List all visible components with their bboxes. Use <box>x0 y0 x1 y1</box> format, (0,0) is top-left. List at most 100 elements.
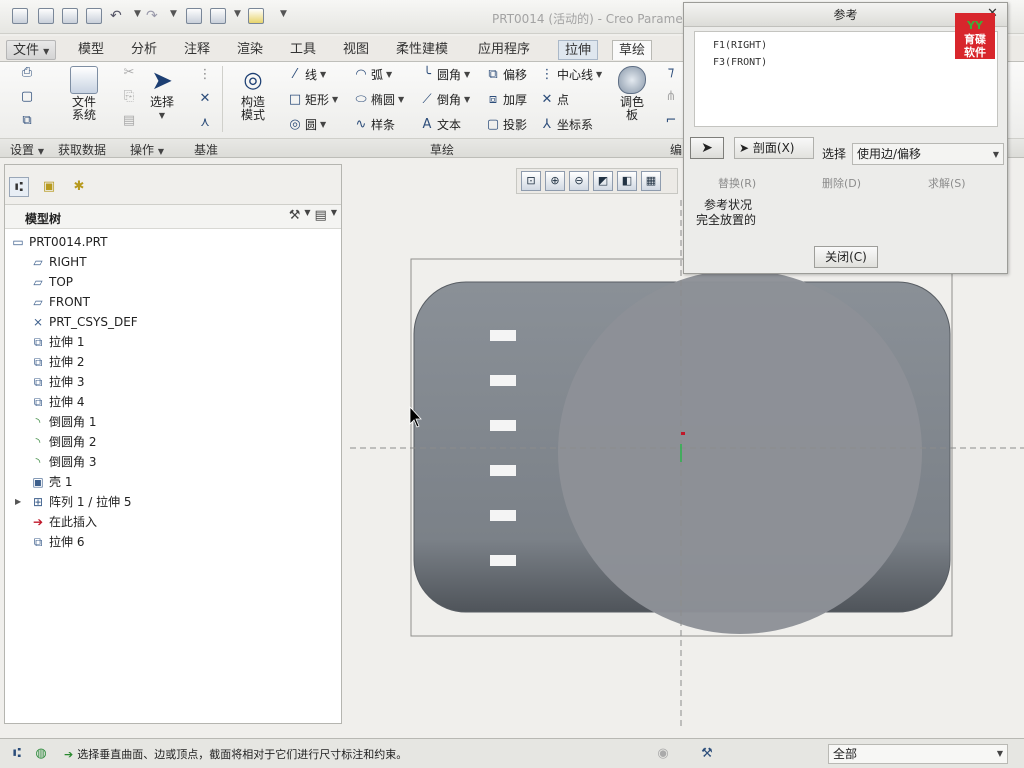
folder-browser-tab-icon[interactable]: ▣ <box>39 177 59 197</box>
saved-views-icon[interactable]: ▦ <box>641 171 661 191</box>
tree-item-part[interactable]: ▭ PRT0014.PRT <box>11 233 107 251</box>
tree-settings-icon[interactable]: ⚒ <box>289 208 301 223</box>
tree-item-top[interactable]: ▱ TOP <box>31 273 73 291</box>
edit-trim-button[interactable]: ⌐ <box>664 114 678 128</box>
circle-button[interactable]: ◎ 圆 ▼ <box>288 116 326 133</box>
tab-extrude[interactable]: 拉伸 <box>558 40 599 60</box>
select-button[interactable]: ➤ 选择 ▼ <box>144 66 180 122</box>
model-tree-tab-icon[interactable]: ⑆ <box>9 177 29 197</box>
redo-icon[interactable]: ↷ <box>146 8 162 24</box>
arc-button[interactable]: ◠ 弧 ▼ <box>354 66 392 83</box>
zoom-out-icon[interactable]: ⊖ <box>569 171 589 191</box>
sketch-view-button[interactable]: ⧉ <box>20 114 34 128</box>
window-icon[interactable] <box>210 8 226 24</box>
group-operations[interactable]: 操作 ▼ <box>130 141 164 158</box>
graphics-canvas[interactable] <box>350 200 1024 730</box>
tab-flexible-modeling[interactable]: 柔性建模 <box>390 40 454 60</box>
thicken-button[interactable]: ⧈ 加厚 <box>486 91 527 108</box>
edit-mirror-button[interactable]: ⋔ <box>664 90 678 104</box>
fillet-button[interactable]: ╰ 圆角 ▼ <box>420 66 470 83</box>
cross-section-button[interactable]: ➤ 剖面(X) <box>734 137 814 159</box>
tree-item-shell-1[interactable]: ▣ 壳 1 <box>31 473 72 491</box>
new-file-icon[interactable] <box>38 8 54 24</box>
tab-analysis[interactable]: 分析 <box>125 40 163 60</box>
tree-item-extrude-1[interactable]: ⧉ 拉伸 1 <box>31 333 85 351</box>
project-button[interactable]: ▢ 投影 <box>486 116 527 133</box>
tree-item-round-1[interactable]: ◝ 倒圆角 1 <box>31 413 97 431</box>
tree-item-round-2[interactable]: ◝ 倒圆角 2 <box>31 433 97 451</box>
tree-item-extrude-2[interactable]: ⧉ 拉伸 2 <box>31 353 85 371</box>
undo-dropdown-icon[interactable]: ▼ <box>134 9 141 19</box>
tree-item-insert-here[interactable]: ➔ 在此插入 <box>31 513 97 531</box>
open-file-icon[interactable] <box>62 8 78 24</box>
offset-button[interactable]: ⧉ 偏移 <box>486 66 527 83</box>
favorites-tab-icon[interactable]: ✱ <box>69 177 89 197</box>
centerline-button[interactable]: ⋮ 中心线 ▼ <box>540 66 603 83</box>
spline-button[interactable]: ∿ 样条 <box>354 116 395 133</box>
tab-file[interactable]: 文件 ▼ <box>6 40 57 60</box>
chamfer-button[interactable]: ⟋ 倒角 ▼ <box>420 91 470 108</box>
tab-applications[interactable]: 应用程序 <box>472 40 536 60</box>
tree-item-pattern-1[interactable]: ⊞ 阵列 1 / 拉伸 5 <box>31 493 132 511</box>
group-setup[interactable]: 设置 ▼ <box>10 141 44 158</box>
replace-button[interactable]: 替换(R) <box>718 175 756 191</box>
tree-columns-icon[interactable]: ▤ <box>315 208 327 223</box>
chevron-down-icon[interactable]: ▼ <box>304 208 310 223</box>
reference-item[interactable]: F3(FRONT) <box>713 57 767 68</box>
tree-item-extrude-6[interactable]: ⧉ 拉伸 6 <box>31 533 85 551</box>
tree-item-csys[interactable]: ⨯ PRT_CSYS_DEF <box>31 313 138 331</box>
coord-sys-button[interactable]: ⅄ 坐标系 <box>540 116 593 133</box>
undo-icon[interactable]: ↶ <box>110 8 126 24</box>
display-style-icon[interactable]: ◧ <box>617 171 637 191</box>
paste-button[interactable]: ▤ <box>122 114 136 128</box>
group-editing[interactable]: 编 <box>670 141 682 158</box>
close-window-icon[interactable] <box>248 8 264 24</box>
tree-item-front[interactable]: ▱ FRONT <box>31 293 90 311</box>
delete-button[interactable]: ✕ <box>198 92 212 106</box>
navigator-toggle-icon[interactable]: ⑆ <box>8 745 26 763</box>
tree-item-right[interactable]: ▱ RIGHT <box>31 253 86 271</box>
dots-button[interactable]: ⋮ <box>198 68 212 82</box>
tree-item-round-3[interactable]: ◝ 倒圆角 3 <box>31 453 97 471</box>
text-button[interactable]: A 文本 <box>420 116 461 133</box>
tab-render[interactable]: 渲染 <box>231 40 269 60</box>
delete-button[interactable]: 删除(D) <box>822 175 861 191</box>
ellipse-button[interactable]: ⬭ 椭圆 ▼ <box>354 91 404 108</box>
regenerate-icon[interactable] <box>186 8 202 24</box>
select-mode-dropdown[interactable]: 使用边/偏移 ▼ <box>852 143 1004 165</box>
tab-sketch[interactable]: 草绘 <box>612 40 653 60</box>
point-button[interactable]: ✕ 点 <box>540 91 569 108</box>
smart-filter-icon[interactable]: ⚒ <box>698 745 716 763</box>
selection-filter-dropdown[interactable]: 全部 ▼ <box>828 744 1008 764</box>
rectangle-button[interactable]: □ 矩形 ▼ <box>288 91 338 108</box>
expand-arrow-icon[interactable]: ▶ <box>15 497 21 506</box>
reference-list[interactable]: F1(RIGHT) F3(FRONT) <box>694 31 998 127</box>
chevron-down-icon[interactable]: ▼ <box>331 208 337 223</box>
group-sketching[interactable]: 草绘 <box>430 141 454 158</box>
copy-button[interactable]: ⎘ <box>122 90 136 104</box>
solve-button[interactable]: 求解(S) <box>928 175 966 191</box>
tree-item-extrude-4[interactable]: ⧉ 拉伸 4 <box>31 393 85 411</box>
tab-view[interactable]: 视图 <box>337 40 375 60</box>
zoom-in-icon[interactable]: ⊕ <box>545 171 565 191</box>
file-system-button[interactable]: 文件 系统 <box>66 66 102 122</box>
tab-model[interactable]: 模型 <box>72 40 110 60</box>
group-get-data[interactable]: 获取数据 <box>58 141 106 158</box>
reference-button[interactable]: ▢ <box>20 90 34 104</box>
browser-toggle-icon[interactable]: ◍ <box>32 745 50 763</box>
tab-tools[interactable]: 工具 <box>284 40 322 60</box>
tree-item-extrude-3[interactable]: ⧉ 拉伸 3 <box>31 373 85 391</box>
window-dropdown-icon[interactable]: ▼ <box>234 9 241 19</box>
close-button[interactable]: 关闭(C) <box>814 246 878 268</box>
cut-button[interactable]: ✂ <box>122 66 136 80</box>
group-datum[interactable]: 基准 <box>194 141 218 158</box>
extrude-preview-circle[interactable] <box>558 270 922 634</box>
redo-dropdown-icon[interactable]: ▼ <box>170 9 177 19</box>
quick-access-customize-icon[interactable]: ▼ <box>280 9 287 19</box>
edit-modify-button[interactable]: ⁊ <box>664 66 678 80</box>
save-icon[interactable] <box>86 8 102 24</box>
construct-mode-button[interactable]: ◎ 构造 模式 <box>234 66 272 122</box>
line-button[interactable]: ⁄ 线 ▼ <box>288 66 326 83</box>
refit-icon[interactable]: ⊡ <box>521 171 541 191</box>
select-reference-button[interactable]: ➤ <box>690 137 724 159</box>
